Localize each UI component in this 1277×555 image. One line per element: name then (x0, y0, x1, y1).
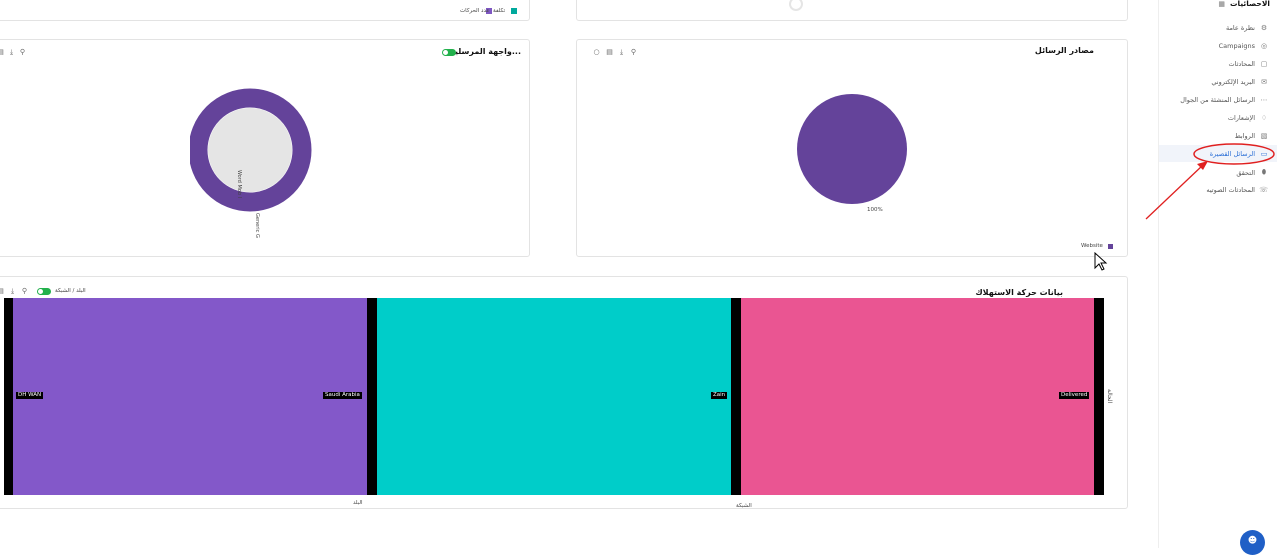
senders-donut-chart (190, 88, 312, 212)
donut-label-generic: Generic G (254, 213, 260, 238)
band-label-delivered: Delivered (1059, 392, 1090, 399)
legend-label-website: Website (1081, 243, 1103, 249)
sidebar-item-links[interactable]: ▧ الروابط (1235, 132, 1268, 140)
sidebar-item-overview[interactable]: ⚙ نظرة عامة (1226, 24, 1268, 32)
top-right-card (576, 0, 1128, 21)
mail-icon: ✉ (1261, 78, 1267, 86)
sources-card: مصادر الرسائل ⚲ ⤓ ▤ ○ 100% Website (576, 39, 1128, 257)
sidebar-item-verification[interactable]: ⬮ التحقق (1236, 168, 1268, 177)
voice-icon: ☏ (1259, 186, 1268, 194)
dots-icon: ⋯ (1260, 96, 1268, 104)
traffic-toggle-label: البلد / الشبكة (55, 288, 86, 294)
download-icon[interactable]: ⤓ (618, 49, 625, 56)
donut-hole (208, 108, 292, 192)
document-icon[interactable]: ▤ (0, 49, 4, 56)
download-icon[interactable]: ⤓ (8, 49, 15, 56)
senders-toggle[interactable] (442, 49, 456, 56)
sources-pie-chart (797, 94, 907, 204)
calendar-icon: ▦ (1218, 0, 1225, 8)
pin-icon[interactable]: ⚲ (630, 49, 637, 56)
band-network (377, 298, 731, 495)
sources-card-title: مصادر الرسائل (1034, 46, 1094, 55)
sidebar-item-sms[interactable]: ▭ الرسائل القصيرة (1210, 150, 1268, 158)
link-icon: ▧ (1260, 132, 1268, 140)
band-label-saudi-arabia: Saudi Arabia (323, 392, 362, 399)
axis-label-network: الشبكة (736, 503, 752, 509)
legend-label-transactions: عدد الحركات (460, 8, 490, 14)
sidebar-item-mobile-messages[interactable]: ⋯ الرسائل المنشئة من الجوال (1180, 96, 1268, 104)
band-country (13, 298, 367, 495)
traffic-side-label: الحالة (1106, 389, 1113, 404)
circle-icon[interactable]: ○ (593, 49, 600, 56)
band-node-country (367, 298, 377, 495)
chat-icon: ▢ (1260, 60, 1268, 68)
gear-icon: ⚙ (1260, 24, 1268, 32)
band-node-left (4, 298, 13, 495)
message-icon: ▭ (1260, 150, 1268, 158)
senders-card: ...واجهة المرسلين ⚲ ⤓ ▤ Word Mob I Gener… (0, 39, 530, 257)
traffic-card-title: بيانات حركة الاستهلاك (975, 288, 1063, 297)
traffic-card: بيانات حركة الاستهلاك البلد / الشبكة ⚲ ⤓… (0, 276, 1128, 509)
band-label-zain: Zain (711, 392, 728, 399)
band-status (741, 298, 1094, 495)
top-left-card: تكلفة عدد الحركات (0, 0, 530, 21)
traffic-toggle[interactable] (37, 288, 51, 295)
donut-label-word-mob: Word Mob I (236, 170, 242, 199)
sidebar-item-email[interactable]: ✉ البريد الإلكتروني (1211, 78, 1268, 86)
shield-icon: ⬮ (1261, 168, 1267, 176)
pin-icon[interactable]: ⚲ (19, 49, 26, 56)
download-icon[interactable]: ⤓ (9, 288, 16, 295)
sidebar: الاحصائيات ▦ ⚙ نظرة عامة ◎ Campaigns ▢ ا… (1158, 0, 1277, 555)
pie-slice-website (797, 94, 907, 204)
legend-swatch-cost (511, 8, 517, 14)
pin-icon[interactable]: ⚲ (21, 288, 28, 295)
senders-card-title: ...واجهة المرسلين (447, 47, 521, 56)
band-node-status (1094, 298, 1104, 495)
legend-label-cost: تكلفة (493, 8, 506, 14)
pie-percent-label: 100% (867, 207, 883, 213)
band-label-dh-wan: DH WAN (16, 392, 44, 399)
band-node-network (731, 298, 741, 495)
target-icon: ◎ (1260, 42, 1268, 50)
legend-swatch-website (1108, 244, 1113, 249)
axis-label-country: البلد (353, 500, 363, 506)
sidebar-item-voice[interactable]: ☏ المحادثات الصوتيه (1206, 186, 1268, 194)
document-icon[interactable]: ▤ (0, 288, 4, 295)
sidebar-item-conversations[interactable]: ▢ المحادثات (1228, 60, 1268, 68)
mouse-cursor-icon (1094, 252, 1108, 271)
document-icon[interactable]: ▤ (606, 49, 613, 56)
chat-support-icon[interactable]: ☻ (1240, 530, 1265, 555)
sidebar-item-campaigns[interactable]: ◎ Campaigns (1219, 42, 1268, 50)
bell-icon: ♢ (1260, 114, 1268, 122)
sidebar-title: الاحصائيات ▦ (1218, 0, 1270, 8)
loading-spinner-icon (789, 0, 803, 11)
sidebar-item-notifications[interactable]: ♢ الإشعارات (1228, 114, 1268, 122)
